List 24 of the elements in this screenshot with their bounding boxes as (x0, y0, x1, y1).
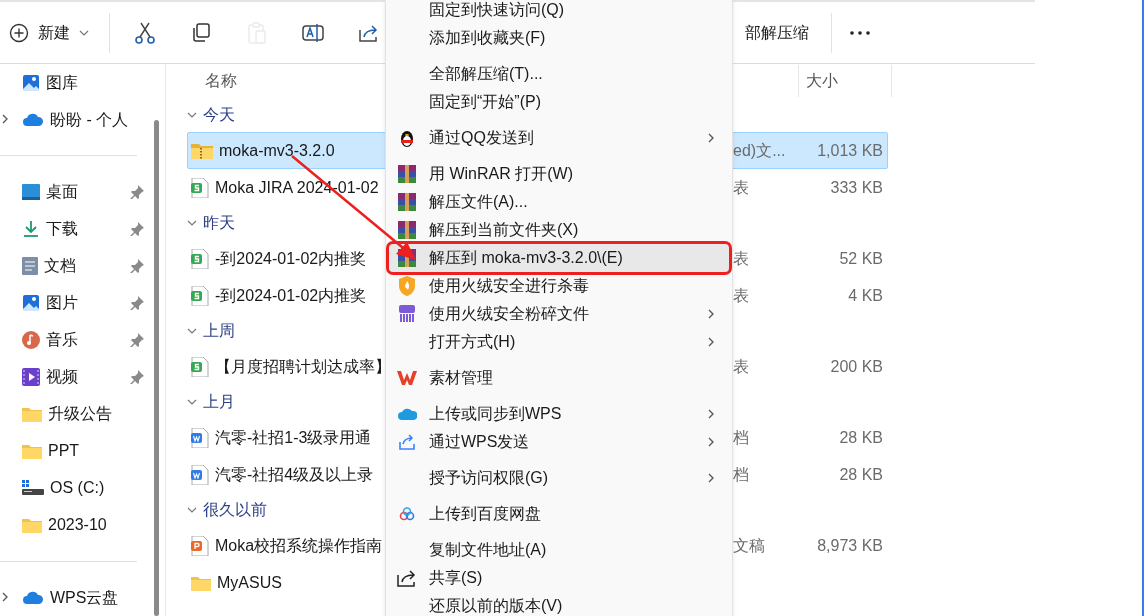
file-type: 表 (733, 286, 749, 304)
file-name: -到2024-01-02内推奖 (215, 248, 367, 269)
file-name: moka-mv3-3.2.0 (219, 140, 335, 161)
file-type: 表 (733, 178, 749, 196)
file-size: 200 KB (830, 357, 883, 375)
file-size: 4 KB (848, 286, 883, 304)
file-size: 52 KB (839, 249, 883, 267)
file-type: ed)文... (733, 141, 786, 159)
file-size: 1,013 KB (817, 141, 883, 159)
file-name: Moka校招系统操作指南 (215, 535, 383, 556)
file-type: 文稿 (733, 536, 765, 554)
file-type: 表 (733, 249, 749, 267)
file-name: -到2024-01-02内推奖 (215, 285, 367, 306)
file-name: 汽零-社招4级及以上录 (215, 464, 374, 485)
file-size: 8,973 KB (817, 536, 883, 554)
file-size: 28 KB (839, 428, 883, 446)
file-type: 档 (733, 428, 749, 446)
file-type: 档 (733, 465, 749, 483)
file-type: 表 (733, 357, 749, 375)
file-size: 28 KB (839, 465, 883, 483)
file-name: 【月度招聘计划达成率】 (215, 356, 391, 377)
file-size: 333 KB (830, 178, 883, 196)
file-name: MyASUS (217, 572, 282, 593)
file-name: 汽零-社招1-3级录用通 (215, 427, 372, 448)
